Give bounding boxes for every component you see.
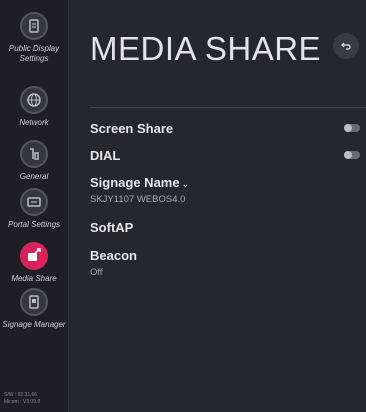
signage-name-label-wrap: Signage Name ⌄ [90, 175, 360, 190]
main-panel: MEDIA SHARE Screen Share DIAL Signage Na… [69, 0, 366, 412]
sidebar-item-label: Network [19, 118, 49, 127]
globe-icon [20, 86, 48, 114]
signage-name-row[interactable]: Signage Name ⌄ SKJY1107 WEBOS4.0 [90, 175, 360, 205]
screen-share-row[interactable]: Screen Share [90, 121, 360, 136]
sidebar-item-label: Media Share [11, 274, 57, 283]
beacon-value: Off [90, 267, 103, 278]
dial-label: DIAL [90, 148, 121, 163]
sidebar-item-general[interactable]: General [0, 140, 68, 182]
screen-share-label: Screen Share [90, 121, 174, 136]
signage-manager-icon [20, 288, 48, 316]
beacon-row[interactable]: Beacon Off [90, 248, 360, 278]
dial-row[interactable]: DIAL [90, 148, 360, 163]
version-info: S/W : 02.31.66 Micom : V3.09.8 [4, 392, 40, 406]
portal-icon [20, 188, 48, 216]
softap-row[interactable]: SoftAP [90, 220, 360, 235]
signage-name-label: Signage Name [90, 175, 180, 190]
header-divider [90, 107, 366, 108]
sidebar-item-media-share[interactable]: Media Share [0, 242, 68, 284]
sidebar-item-label: Signage Manager [2, 320, 66, 329]
sidebar-item-portal-settings[interactable]: Portal Settings [0, 188, 68, 230]
chevron-down-icon: ⌄ [181, 179, 190, 189]
micom-version: Micom : V3.09.8 [4, 399, 41, 405]
media-share-icon [20, 242, 48, 270]
sidebar-item-label: General [19, 172, 49, 181]
sidebar: Public Display Settings Network General … [0, 0, 68, 412]
back-button[interactable] [333, 33, 359, 59]
screen-share-toggle[interactable] [344, 124, 360, 132]
page-title: MEDIA SHARE [90, 30, 322, 67]
beacon-label: Beacon [90, 248, 137, 263]
display-settings-icon [20, 12, 48, 40]
software-version: S/W : 02.31.66 [4, 392, 38, 398]
back-arrow-icon [341, 42, 351, 50]
sidebar-item-label: Portal Settings [7, 220, 61, 229]
signage-name-value: SKJY1107 WEBOS4.0 [90, 194, 186, 205]
sidebar-item-label: Public Display Settings [8, 44, 60, 63]
sidebar-item-public-display-settings[interactable]: Public Display Settings [0, 12, 68, 64]
sidebar-item-signage-manager[interactable]: Signage Manager [0, 288, 68, 330]
sidebar-item-network[interactable]: Network [0, 86, 68, 128]
settings-screen: Public Display Settings Network General … [0, 0, 366, 412]
dial-toggle[interactable] [344, 151, 360, 159]
general-settings-icon [20, 140, 48, 168]
softap-label: SoftAP [90, 220, 134, 235]
